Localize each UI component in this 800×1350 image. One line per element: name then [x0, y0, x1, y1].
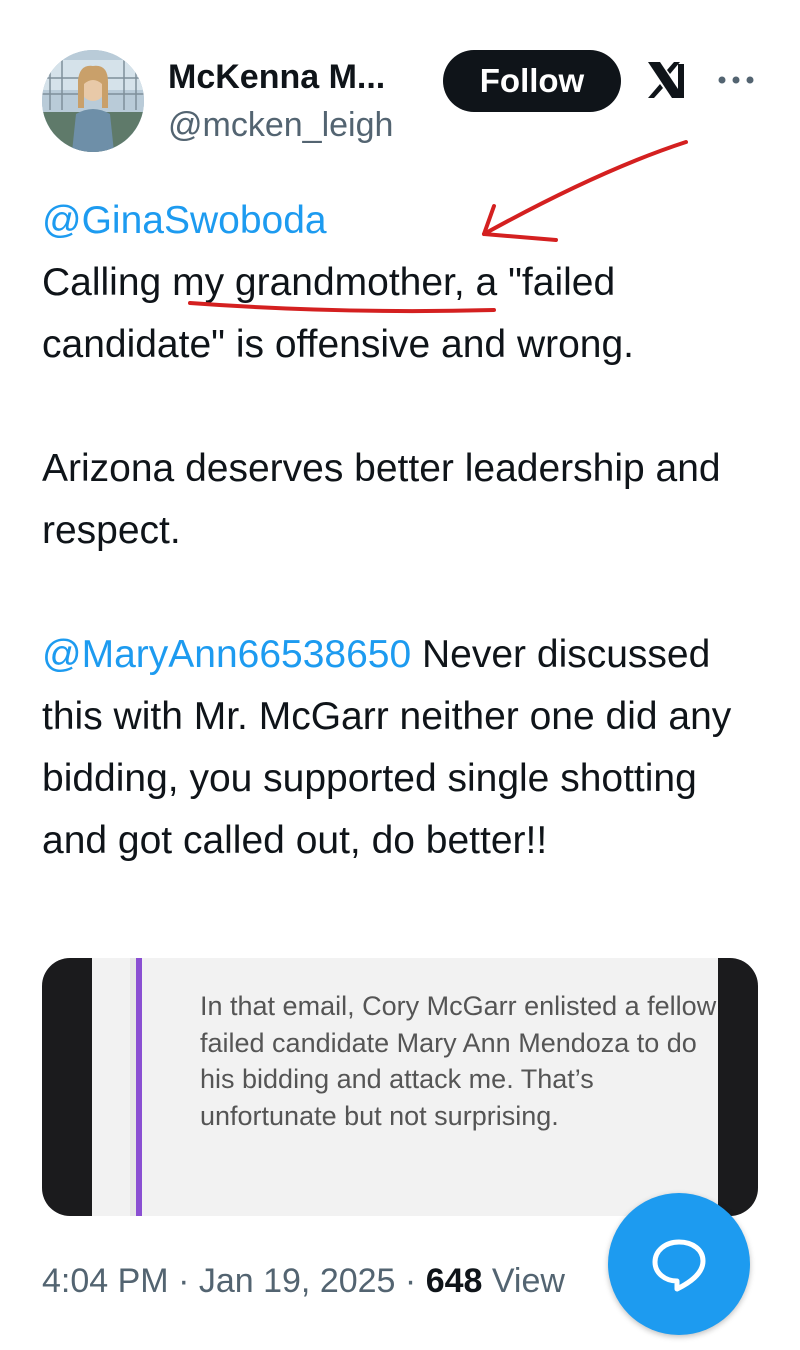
meta-separator: ·	[168, 1262, 199, 1300]
tweet-paragraph: @GinaSwoboda Calling my grandmother, a "…	[42, 190, 762, 376]
tweet-body: @GinaSwoboda Calling my grandmother, a "…	[42, 190, 762, 872]
tweet-date[interactable]: Jan 19, 2025	[199, 1262, 396, 1300]
views-label: View	[482, 1262, 565, 1300]
quoted-image-panel: In that email, Cory McGarr enlisted a fe…	[92, 958, 718, 1216]
follow-button[interactable]: Follow	[443, 50, 621, 112]
tweet-header: McKenna M... @mcken_leigh Follow	[42, 50, 762, 154]
meta-separator: ·	[395, 1262, 426, 1300]
mention-link[interactable]: @GinaSwoboda	[42, 199, 327, 242]
underlined-text: my grandmother,	[172, 261, 465, 304]
quote-accent-bar	[136, 958, 142, 1216]
tweet-meta: 4:04 PM · Jan 19, 2025 · 648 View	[42, 1262, 565, 1301]
author-handle[interactable]: @mcken_leigh	[168, 106, 393, 145]
tweet-paragraph: @MaryAnn66538650 Never discussed this wi…	[42, 624, 732, 872]
quoted-image[interactable]: In that email, Cory McGarr enlisted a fe…	[42, 958, 758, 1216]
more-options-icon[interactable]	[714, 58, 758, 102]
avatar[interactable]	[42, 50, 144, 152]
tweet-time[interactable]: 4:04 PM	[42, 1262, 169, 1300]
profile-photo	[42, 50, 144, 152]
author-display-name[interactable]: McKenna M...	[168, 58, 385, 97]
mention-link[interactable]: @MaryAnn66538650	[42, 633, 411, 676]
reply-bubble-icon	[652, 1239, 706, 1292]
tweet-text: Calling	[42, 261, 173, 304]
tweet-text: a "failed	[464, 261, 616, 304]
tweet-paragraph: Arizona deserves better leadership and r…	[42, 447, 721, 552]
views-count: 648	[425, 1262, 483, 1300]
quoted-image-text: In that email, Cory McGarr enlisted a fe…	[200, 991, 717, 1131]
reply-button[interactable]	[608, 1193, 750, 1335]
tweet-text: candidate" is offensive and wrong.	[42, 323, 635, 366]
x-logo-icon	[644, 58, 688, 102]
